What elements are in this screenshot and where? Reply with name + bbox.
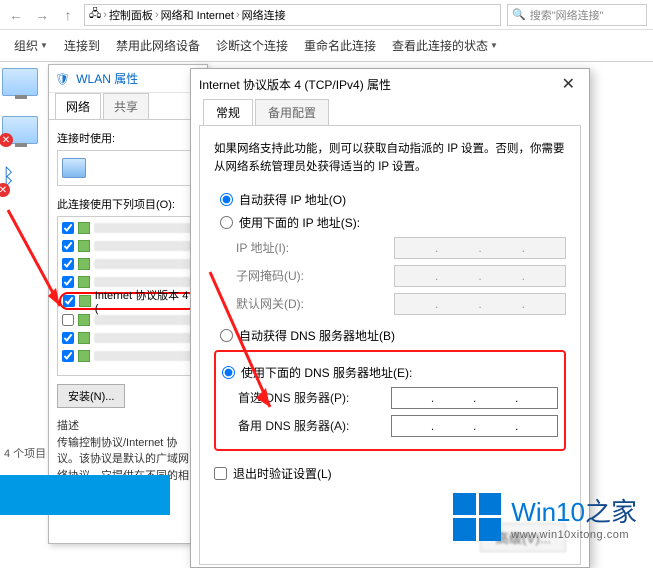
item-checkbox[interactable] bbox=[62, 314, 74, 326]
breadcrumb[interactable]: 🖧 › 控制面板 › 网络和 Internet › 网络连接 bbox=[84, 4, 501, 26]
gateway-input: ... bbox=[394, 293, 566, 315]
watermark: Win10之家 www.win10xitong.com bbox=[453, 492, 637, 541]
item-checkbox[interactable] bbox=[63, 295, 75, 307]
radio-input[interactable] bbox=[220, 216, 233, 229]
tab-strip: 网络 共享 bbox=[49, 93, 207, 119]
tab-network[interactable]: 网络 bbox=[55, 93, 101, 119]
cmd-disable[interactable]: 禁用此网络设备 bbox=[110, 33, 206, 58]
list-item[interactable] bbox=[60, 255, 196, 273]
cmd-organize[interactable]: 组织▼ bbox=[8, 33, 54, 58]
protocol-icon bbox=[78, 314, 90, 326]
chevron-down-icon: ▼ bbox=[40, 41, 48, 50]
disabled-x-icon: ✕ bbox=[0, 133, 13, 147]
dns-field-group: 首选 DNS 服务器(P): ... 备用 DNS 服务器(A): ... bbox=[238, 387, 558, 437]
tab-alternate[interactable]: 备用配置 bbox=[255, 99, 329, 125]
list-item[interactable] bbox=[60, 237, 196, 255]
description-title: 描述 bbox=[57, 418, 199, 435]
windows-logo-icon bbox=[453, 493, 501, 541]
item-checkbox[interactable] bbox=[62, 332, 74, 344]
radio-auto-dns[interactable]: 自动获得 DNS 服务器地址(B) bbox=[220, 327, 566, 344]
watermark-brand: Win10之家 bbox=[511, 492, 637, 529]
breadcrumb-item[interactable]: 网络连接 bbox=[242, 7, 286, 23]
preferred-dns-input[interactable]: ... bbox=[391, 387, 558, 409]
nav-back-icon[interactable]: ← bbox=[6, 5, 26, 25]
checkbox-input[interactable] bbox=[214, 467, 227, 480]
status-items-count: 4 个项目 bbox=[4, 445, 46, 461]
items-label: 此连接使用下列项目(O): bbox=[57, 196, 199, 212]
connection-items-list[interactable]: Internet 协议版本 4 ( bbox=[57, 216, 199, 376]
adapter-box bbox=[57, 150, 199, 186]
install-button[interactable]: 安装(N)... bbox=[57, 384, 125, 408]
protocol-icon bbox=[79, 295, 91, 307]
list-item[interactable] bbox=[60, 329, 196, 347]
protocol-icon bbox=[78, 222, 90, 234]
protocol-icon bbox=[78, 276, 90, 288]
breadcrumb-icon: 🖧 bbox=[89, 5, 101, 24]
protocol-icon bbox=[78, 258, 90, 270]
explorer-address-bar: ← → ↑ 🖧 › 控制面板 › 网络和 Internet › 网络连接 🔍 搜… bbox=[0, 0, 653, 30]
nav-forward-icon[interactable]: → bbox=[32, 5, 52, 25]
search-input[interactable]: 🔍 搜索"网络连接" bbox=[507, 4, 647, 26]
field-subnet-mask: 子网掩码(U): ... bbox=[236, 265, 566, 287]
description-text: 如果网络支持此功能，则可以获取自动指派的 IP 设置。否则，你需要从网络系统管理… bbox=[214, 140, 566, 177]
connect-using-label: 连接时使用: bbox=[57, 130, 199, 146]
subnet-mask-input: ... bbox=[394, 265, 566, 287]
cmd-diagnose[interactable]: 诊断这个连接 bbox=[210, 33, 294, 58]
protocol-icon bbox=[78, 332, 90, 344]
tab-general[interactable]: 常规 bbox=[203, 99, 253, 125]
shield-icon: 🛡 bbox=[55, 72, 70, 86]
item-checkbox[interactable] bbox=[62, 240, 74, 252]
close-icon[interactable]: ✕ bbox=[556, 74, 581, 94]
checkbox-validate-on-exit[interactable]: 退出时验证设置(L) bbox=[214, 465, 566, 482]
search-placeholder: 搜索"网络连接" bbox=[530, 7, 604, 23]
dialog-title: 🛡 WLAN 属性 bbox=[49, 65, 207, 93]
protocol-icon bbox=[78, 240, 90, 252]
tab-strip: 常规 备用配置 bbox=[191, 99, 589, 125]
wlan-properties-dialog: 🛡 WLAN 属性 网络 共享 连接时使用: 此连接使用下列项目(O): Int… bbox=[48, 64, 208, 544]
field-alternate-dns: 备用 DNS 服务器(A): ... bbox=[238, 415, 558, 437]
adapter-icon bbox=[62, 158, 86, 178]
cmd-connect[interactable]: 连接到 bbox=[58, 33, 106, 58]
watermark-url: www.win10xitong.com bbox=[511, 529, 637, 541]
bluetooth-icon[interactable]: ✕ᛒ bbox=[2, 164, 38, 192]
taskbar-fragment bbox=[0, 475, 170, 515]
breadcrumb-item[interactable]: 网络和 Internet bbox=[161, 7, 234, 23]
radio-manual-dns[interactable]: 使用下面的 DNS 服务器地址(E): bbox=[222, 364, 558, 381]
item-checkbox[interactable] bbox=[62, 258, 74, 270]
field-ip-address: IP 地址(I): ... bbox=[236, 237, 566, 259]
list-item[interactable] bbox=[60, 219, 196, 237]
disabled-x-icon: ✕ bbox=[0, 183, 10, 197]
item-checkbox[interactable] bbox=[62, 350, 74, 362]
cmd-rename[interactable]: 重命名此连接 bbox=[298, 33, 382, 58]
radio-manual-ip[interactable]: 使用下面的 IP 地址(S): bbox=[220, 214, 566, 231]
list-item-ipv4[interactable]: Internet 协议版本 4 ( bbox=[59, 292, 197, 310]
radio-auto-ip[interactable]: 自动获得 IP 地址(O) bbox=[220, 191, 566, 208]
field-default-gateway: 默认网关(D): ... bbox=[236, 293, 566, 315]
alternate-dns-input[interactable]: ... bbox=[391, 415, 558, 437]
field-preferred-dns: 首选 DNS 服务器(P): ... bbox=[238, 387, 558, 409]
network-adapter-icon[interactable] bbox=[2, 68, 38, 96]
ip-field-group: IP 地址(I): ... 子网掩码(U): ... 默认网关(D): ... bbox=[236, 237, 566, 315]
protocol-icon bbox=[78, 350, 90, 362]
breadcrumb-item[interactable]: 控制面板 bbox=[109, 7, 153, 23]
command-bar: 组织▼ 连接到 禁用此网络设备 诊断这个连接 重命名此连接 查看此连接的状态▼ bbox=[0, 30, 653, 62]
search-icon: 🔍 bbox=[512, 8, 526, 21]
radio-input[interactable] bbox=[220, 329, 233, 342]
network-adapter-icon[interactable]: ✕ bbox=[2, 116, 38, 144]
chevron-down-icon: ▼ bbox=[490, 41, 498, 50]
list-item[interactable] bbox=[60, 347, 196, 365]
radio-input[interactable] bbox=[220, 193, 233, 206]
item-checkbox[interactable] bbox=[62, 276, 74, 288]
dialog-title: Internet 协议版本 4 (TCP/IPv4) 属性 bbox=[199, 76, 391, 93]
radio-input[interactable] bbox=[222, 366, 235, 379]
tab-share[interactable]: 共享 bbox=[103, 93, 149, 119]
dns-manual-block: 使用下面的 DNS 服务器地址(E): 首选 DNS 服务器(P): ... 备… bbox=[214, 350, 566, 451]
device-icon-column: ✕ ✕ᛒ bbox=[2, 68, 44, 212]
cmd-view-status[interactable]: 查看此连接的状态▼ bbox=[386, 33, 504, 58]
item-checkbox[interactable] bbox=[62, 222, 74, 234]
ip-address-input: ... bbox=[394, 237, 566, 259]
nav-up-icon[interactable]: ↑ bbox=[58, 5, 78, 25]
dialog-title-bar[interactable]: Internet 协议版本 4 (TCP/IPv4) 属性 ✕ bbox=[191, 69, 589, 99]
